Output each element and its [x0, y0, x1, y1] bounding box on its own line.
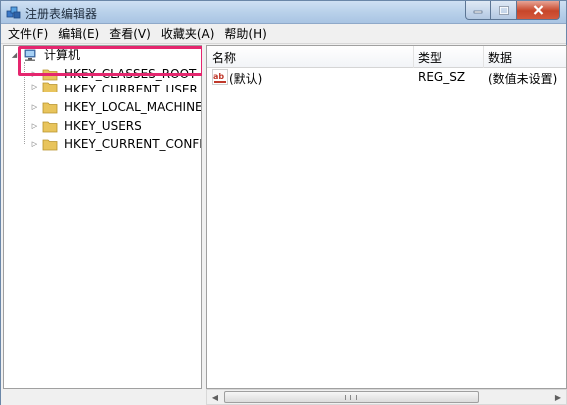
menu-file[interactable]: 文件(F) [3, 25, 53, 43]
left-footer [1, 389, 206, 405]
tree-item-hklm[interactable]: ▷ HKEY_LOCAL_MACHINE [30, 98, 202, 116]
column-divider[interactable] [413, 46, 414, 68]
menu-view[interactable]: 查看(V) [104, 25, 156, 43]
column-type-header[interactable]: 类型 [418, 49, 442, 66]
scroll-right-button[interactable]: ▶ [550, 390, 566, 404]
column-divider[interactable] [483, 46, 484, 68]
close-button[interactable] [517, 1, 560, 20]
tree-pane[interactable]: ◢ 计算机 ▷ HKEY_CLASSES_ROOT ▷ HKEY_CURRENT… [3, 45, 202, 389]
tree-label: HKEY_LOCAL_MACHINE [64, 100, 202, 114]
value-type: REG_SZ [418, 70, 466, 84]
scrollbar-thumb[interactable] [224, 391, 479, 403]
window-title: 注册表编辑器 [25, 7, 98, 21]
grip-icon [345, 395, 357, 400]
scroll-left-button[interactable]: ◀ [207, 390, 223, 404]
folder-icon [42, 121, 58, 132]
tree-item-hku[interactable]: ▷ HKEY_USERS [30, 117, 144, 135]
horizontal-scrollbar[interactable]: ◀ ▶ [206, 389, 567, 405]
expand-icon[interactable]: ▷ [30, 103, 39, 112]
tree-label: HKEY_CURRENT_CONFIG [64, 137, 202, 151]
folder-icon [42, 139, 58, 150]
tree-item-hkcu[interactable]: ▷ HKEY_CURRENT_USER [30, 82, 200, 92]
chevron-left-icon: ◀ [211, 392, 219, 402]
expand-icon[interactable]: ▷ [30, 83, 39, 92]
tree-label: HKEY_USERS [64, 119, 142, 133]
minimize-icon [473, 10, 483, 14]
string-value-icon: ab [212, 69, 228, 85]
expand-icon[interactable]: ▷ [30, 122, 39, 131]
chevron-right-icon: ▶ [554, 392, 562, 402]
menu-favorites[interactable]: 收藏夹(A) [156, 25, 220, 43]
column-header: 名称 类型 数据 [207, 46, 566, 68]
value-name: (默认) [229, 72, 263, 86]
maximize-button[interactable] [491, 1, 517, 20]
highlight-annotation-box [18, 46, 204, 76]
regedit-app-icon [6, 6, 21, 19]
folder-icon [42, 82, 58, 92]
maximize-icon [498, 5, 509, 15]
menu-bar: 文件(F) 编辑(E) 查看(V) 收藏夹(A) 帮助(H) [1, 24, 566, 44]
minimize-button[interactable] [465, 1, 491, 20]
column-data-header[interactable]: 数据 [488, 49, 512, 66]
column-name-header[interactable]: 名称 [212, 49, 236, 66]
tree-item-hkcc[interactable]: ▷ HKEY_CURRENT_CONFIG [30, 135, 202, 153]
menu-edit[interactable]: 编辑(E) [53, 25, 104, 43]
expand-icon[interactable]: ▷ [30, 140, 39, 149]
folder-icon [42, 102, 58, 113]
tree-label: HKEY_CURRENT_USER [64, 83, 198, 92]
value-data: (数值未设置) [488, 72, 558, 86]
values-pane[interactable]: 名称 类型 数据 ab (默认) REG_SZ (数值未设置) [206, 45, 567, 389]
table-row[interactable]: ab (默认) REG_SZ (数值未设置) [207, 68, 566, 86]
title-bar[interactable]: 注册表编辑器 [1, 1, 566, 24]
window-controls [465, 1, 560, 20]
close-icon [533, 5, 543, 15]
svg-text:ab: ab [213, 72, 224, 81]
registry-editor-window: 注册表编辑器 文件(F) 编辑(E) 查看(V) 收藏夹(A) 帮助(H) ◢ [0, 0, 567, 405]
menu-help[interactable]: 帮助(H) [219, 25, 271, 43]
